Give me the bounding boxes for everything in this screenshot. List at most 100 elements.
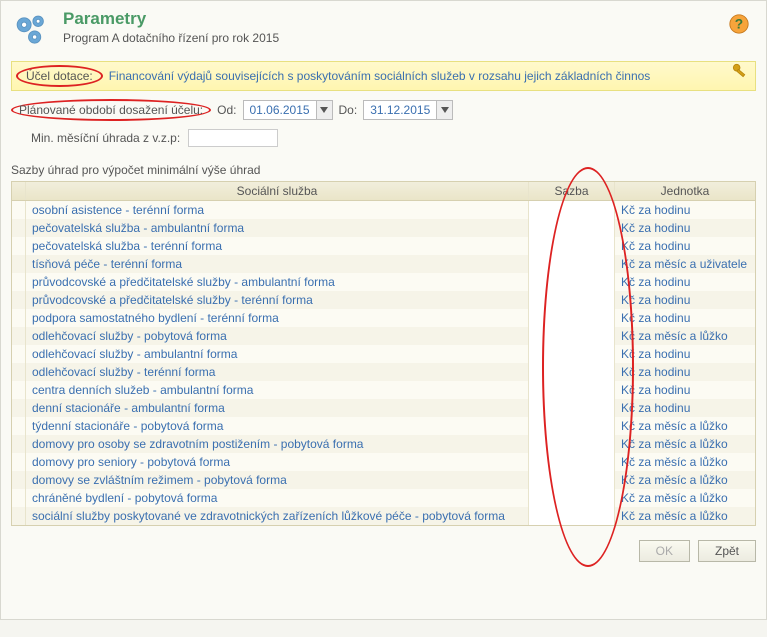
unit-cell: Kč za měsíc a uživatele [621, 257, 747, 271]
svg-text:?: ? [735, 17, 743, 32]
table-row[interactable]: pečovatelská služba - ambulantní forma Kč… [12, 219, 755, 237]
unit-cell: Kč za hodinu [621, 203, 690, 217]
unit-cell: Kč za měsíc a lůžko [621, 437, 728, 451]
unit-cell: Kč za hodinu [621, 347, 690, 361]
service-cell: domovy pro seniory - pobytová forma [32, 455, 230, 469]
row-handle[interactable] [12, 381, 26, 399]
date-from-dropdown-icon[interactable] [316, 101, 332, 119]
table-row[interactable]: průvodcovské a předčitatelské služby - t… [12, 291, 755, 309]
row-handle[interactable] [12, 435, 26, 453]
unit-cell: Kč za hodinu [621, 365, 690, 379]
service-cell: průvodcovské a předčitatelské služby - t… [32, 293, 313, 307]
row-handle[interactable] [12, 219, 26, 237]
unit-cell: Kč za hodinu [621, 293, 690, 307]
table-row[interactable]: průvodcovské a předčitatelské služby - a… [12, 273, 755, 291]
row-handle[interactable] [12, 417, 26, 435]
service-cell: denní stacionáře - ambulantní forma [32, 401, 225, 415]
unit-cell: Kč za měsíc a lůžko [621, 455, 728, 469]
col-rate-header: Sazba [529, 182, 615, 200]
service-cell: pečovatelská služba - ambulantní forma [32, 221, 244, 235]
unit-cell: Kč za měsíc a lůžko [621, 419, 728, 433]
period-label: Plánované období dosažení účelu: [11, 99, 211, 121]
min-fee-input[interactable] [188, 129, 278, 147]
service-cell: tísňová péče - terénní forma [32, 257, 182, 271]
purpose-value: Financování výdajů souvisejících s posky… [109, 69, 651, 83]
date-to-dropdown-icon[interactable] [436, 101, 452, 119]
purpose-label: Účel dotace: [16, 65, 103, 87]
date-from-input[interactable] [244, 102, 316, 118]
table-row[interactable]: sociální služby poskytované ve zdravotni… [12, 507, 755, 525]
table-row[interactable]: domovy pro seniory - pobytová forma Kč za… [12, 453, 755, 471]
service-cell: domovy se zvláštním režimem - pobytová f… [32, 473, 287, 487]
ok-button[interactable]: OK [639, 540, 690, 562]
unit-cell: Kč za hodinu [621, 401, 690, 415]
min-fee-label: Min. měsíční úhrada z v.z.p: [31, 131, 180, 145]
table-row[interactable]: pečovatelská služba - terénní formaKč za… [12, 237, 755, 255]
row-handle[interactable] [12, 291, 26, 309]
row-handle[interactable] [12, 471, 26, 489]
service-cell: domovy pro osoby se zdravotním postižení… [32, 437, 363, 451]
service-cell: osobní asistence - terénní forma [32, 203, 204, 217]
purpose-row: Účel dotace: Financování výdajů souvisej… [11, 61, 756, 91]
service-cell: týdenní stacionáře - pobytová forma [32, 419, 223, 433]
row-handle[interactable] [12, 201, 26, 219]
page-header: Parametry Program A dotačního řízení pro… [11, 9, 756, 51]
row-handle[interactable] [12, 363, 26, 381]
date-to-field[interactable] [363, 100, 453, 120]
min-fee-row: Min. měsíční úhrada z v.z.p: [11, 129, 756, 147]
service-cell: průvodcovské a předčitatelské služby - a… [32, 275, 335, 289]
date-from-field[interactable] [243, 100, 333, 120]
table-row[interactable]: domovy se zvláštním režimem - pobytová f… [12, 471, 755, 489]
row-handle[interactable] [12, 345, 26, 363]
unit-cell: Kč za hodinu [621, 239, 690, 253]
unit-cell: Kč za hodinu [621, 383, 690, 397]
table-row[interactable]: osobní asistence - terénní forma Kč za ho… [12, 201, 755, 219]
table-row[interactable]: chráněné bydlení - pobytová forma Kč za m… [12, 489, 755, 507]
table-row[interactable]: týdenní stacionáře - pobytová forma Kč za… [12, 417, 755, 435]
service-cell: odlehčovací služby - terénní forma [32, 365, 215, 379]
unit-cell: Kč za měsíc a lůžko [621, 329, 728, 343]
service-cell: centra denních služeb - ambulantní forma [32, 383, 253, 397]
table-row[interactable]: odlehčovací služby - ambulantní forma Kč … [12, 345, 755, 363]
row-handle[interactable] [12, 255, 26, 273]
date-to-input[interactable] [364, 102, 436, 118]
page-title: Parametry [63, 9, 279, 29]
row-handle[interactable] [12, 453, 26, 471]
unit-cell: Kč za měsíc a lůžko [621, 509, 728, 523]
help-icon[interactable]: ? [728, 13, 750, 35]
col-service-header: Sociální služba [26, 182, 529, 200]
table-row[interactable]: odlehčovací služby - pobytová forma Kč za… [12, 327, 755, 345]
gears-icon [11, 9, 53, 51]
unit-cell: Kč za hodinu [621, 275, 690, 289]
row-handle[interactable] [12, 237, 26, 255]
row-handle[interactable] [12, 507, 26, 525]
row-handle[interactable] [12, 273, 26, 291]
period-from-label: Od: [217, 103, 236, 117]
table-row[interactable]: podpora samostatného bydlení - terénní f… [12, 309, 755, 327]
service-cell: odlehčovací služby - ambulantní forma [32, 347, 237, 361]
row-handle[interactable] [12, 489, 26, 507]
rates-caption: Sazby úhrad pro výpočet minimální výše ú… [11, 163, 756, 177]
unit-cell: Kč za hodinu [621, 311, 690, 325]
table-row[interactable]: tísňová péče - terénní forma Kč za měsíc … [12, 255, 755, 273]
back-button[interactable]: Zpět [698, 540, 756, 562]
rates-table: Sociální služba Sazba Jednotka osobní as… [11, 181, 756, 526]
table-row[interactable]: centra denních služeb - ambulantní forma… [12, 381, 755, 399]
page-subtitle: Program A dotačního řízení pro rok 2015 [63, 31, 279, 45]
unit-cell: Kč za hodinu [621, 221, 690, 235]
row-handle[interactable] [12, 399, 26, 417]
service-cell: chráněné bydlení - pobytová forma [32, 491, 217, 505]
col-unit-header: Jednotka [615, 182, 755, 200]
period-row: Plánované období dosažení účelu: Od: Do: [11, 99, 756, 121]
service-cell: odlehčovací služby - pobytová forma [32, 329, 227, 343]
service-cell: podpora samostatného bydlení - terénní f… [32, 311, 279, 325]
period-to-label: Do: [339, 103, 358, 117]
table-row[interactable]: odlehčovací služby - terénní forma Kč za … [12, 363, 755, 381]
key-icon[interactable] [730, 61, 750, 81]
row-handle-header [12, 182, 26, 200]
table-row[interactable]: denní stacionáře - ambulantní forma Kč za… [12, 399, 755, 417]
table-row[interactable]: domovy pro osoby se zdravotním postižení… [12, 435, 755, 453]
unit-cell: Kč za měsíc a lůžko [621, 491, 728, 505]
row-handle[interactable] [12, 309, 26, 327]
row-handle[interactable] [12, 327, 26, 345]
